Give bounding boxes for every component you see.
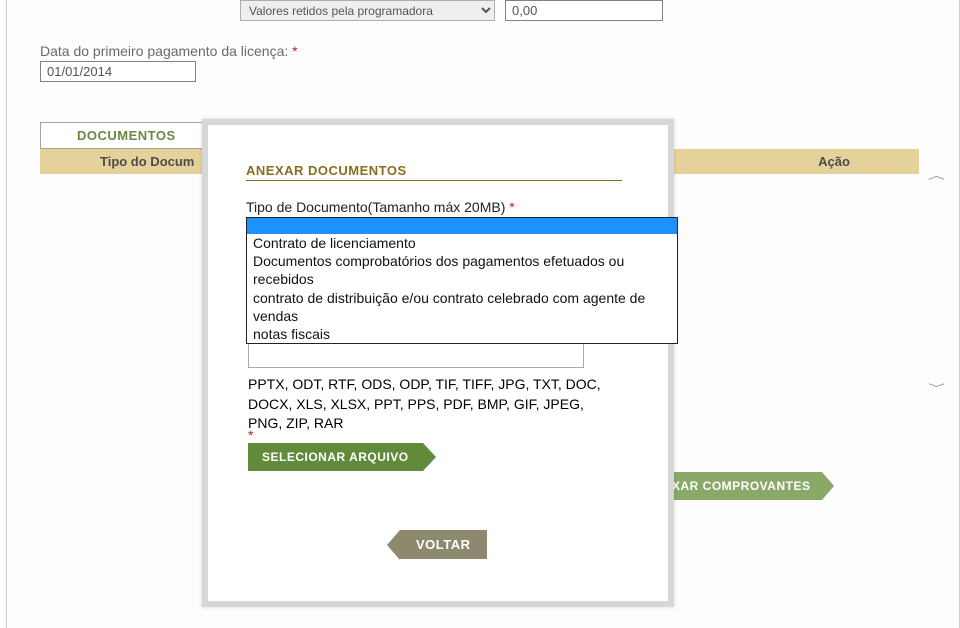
date-label: Data do primeiro pagamento da licença: * <box>40 43 919 59</box>
modal-title: ANEXAR DOCUMENTOS <box>246 163 622 181</box>
tipo-documento-dropdown[interactable]: Contrato de licenciamento Documentos com… <box>246 217 678 344</box>
required-indicator: * <box>292 43 297 59</box>
dropdown-option-documentos-comprobatorios[interactable]: Documentos comprobatórios dos pagamentos… <box>247 252 677 288</box>
scroll-up-icon[interactable]: ︿ <box>928 167 945 182</box>
date-input[interactable] <box>40 61 196 82</box>
th-acao: Ação <box>749 154 919 169</box>
dropdown-option-contrato-distribuicao[interactable]: contrato de distribuição e/ou contrato c… <box>247 289 677 325</box>
page-content: Valores retidos pela programadora Data d… <box>0 0 960 628</box>
required-star: * <box>248 427 253 443</box>
dropdown-option-blank[interactable] <box>247 218 677 234</box>
retention-select[interactable]: Valores retidos pela programadora <box>240 0 495 21</box>
top-row: Valores retidos pela programadora <box>40 0 919 21</box>
allowed-formats: PPTX, ODT, RTF, ODS, ODP, TIF, TIFF, JPG… <box>248 375 608 434</box>
anexar-comprovantes-button[interactable]: XAR COMPROVANTES <box>660 472 822 500</box>
scroll-down-icon[interactable]: ﹀ <box>928 380 945 395</box>
tipo-documento-label: Tipo de Documento(Tamanho máx 20MB) * <box>246 199 630 215</box>
selecionar-arquivo-button[interactable]: SELECIONAR ARQUIVO <box>248 443 423 471</box>
dropdown-option-notas-fiscais[interactable]: notas fiscais <box>247 325 677 343</box>
voltar-button[interactable]: VOLTAR <box>400 530 487 559</box>
tab-documentos[interactable]: DOCUMENTOS <box>40 122 213 149</box>
date-label-text: Data do primeiro pagamento da licença: <box>40 43 288 59</box>
dropdown-option-contrato-licenciamento[interactable]: Contrato de licenciamento <box>247 234 677 252</box>
amount-input[interactable] <box>505 0 663 21</box>
anexar-documentos-modal: ANEXAR DOCUMENTOS Tipo de Documento(Tama… <box>202 119 674 607</box>
